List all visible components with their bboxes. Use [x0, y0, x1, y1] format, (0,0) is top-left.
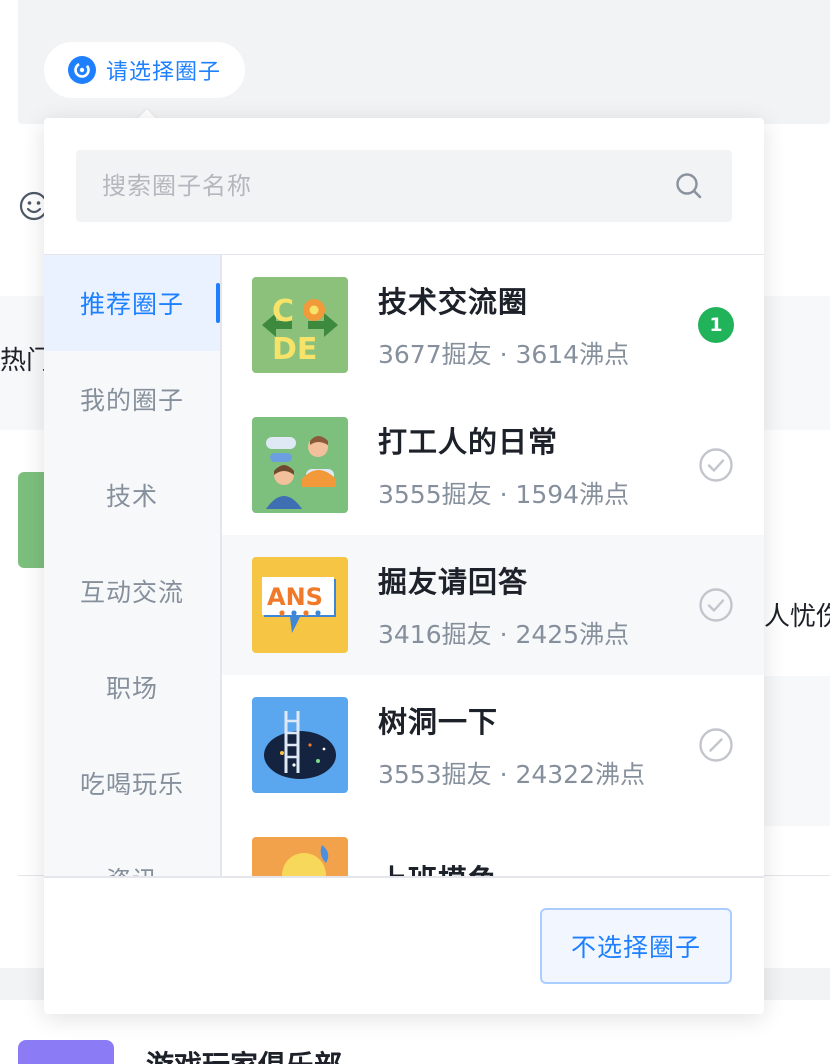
circle-stats: 3677掘友 · 3614沸点	[378, 340, 630, 369]
category-item-interaction[interactable]: 互动交流	[44, 543, 220, 639]
select-circle-trigger[interactable]: 请选择圈子	[44, 42, 246, 98]
category-label: 我的圈子	[79, 386, 184, 415]
check-circle-icon[interactable]	[698, 447, 734, 483]
circle-name: 掘友请回答	[378, 565, 529, 599]
category-item-workplace[interactable]: 职场	[44, 639, 220, 735]
select-circle-label: 请选择圈子	[106, 60, 222, 85]
tree-hole-thumbnail	[252, 697, 348, 793]
circle-name: 树洞一下	[378, 705, 499, 739]
chat-people-thumbnail	[252, 417, 348, 513]
circle-list: C DE 技术交流圈 3677掘友 · 3614沸点 1 打工人的日常 3555…	[222, 255, 764, 877]
circle-refresh-icon	[68, 56, 96, 84]
ans-thumbnail: ANS	[252, 557, 348, 653]
hot-tab-label[interactable]: 热门	[0, 340, 44, 377]
circle-row[interactable]: ANS 掘友请回答 3416掘友 · 2425沸点	[222, 535, 764, 675]
category-label: 推荐圈子	[79, 290, 184, 319]
feed-card-band	[764, 676, 830, 826]
blocked-icon[interactable]	[698, 727, 734, 763]
category-label: 吃喝玩乐	[79, 770, 184, 799]
circle-row[interactable]: 打工人的日常 3555掘友 · 1594沸点	[222, 395, 764, 535]
category-list: 推荐圈子 我的圈子 技术 互动交流 职场 吃喝玩乐 资讯	[44, 255, 220, 877]
circle-row[interactable]: 上班摸鱼	[222, 815, 764, 877]
circle-select-popup: 推荐圈子 我的圈子 技术 互动交流 职场 吃喝玩乐 资讯	[44, 118, 764, 1014]
club-title[interactable]: 游戏玩家俱乐部	[146, 1044, 342, 1064]
circle-status: 1	[698, 307, 734, 343]
circle-row[interactable]: C DE 技术交流圈 3677掘友 · 3614沸点 1	[222, 255, 764, 395]
category-item-tech[interactable]: 技术	[44, 447, 220, 543]
category-label: 技术	[105, 482, 158, 511]
circle-name: 上班摸鱼	[378, 857, 498, 877]
code-thumbnail: C DE	[252, 277, 348, 373]
circle-stats: 3416掘友 · 2425沸点	[378, 620, 630, 649]
circle-stats: 3553掘友 · 24322沸点	[378, 760, 645, 789]
selected-badge: 1	[698, 307, 734, 343]
check-circle-icon[interactable]	[698, 587, 734, 623]
no-circle-button[interactable]: 不选择圈子	[540, 908, 732, 984]
category-label: 资讯	[106, 861, 158, 877]
circle-row[interactable]: 树洞一下 3553掘友 · 24322沸点	[222, 675, 764, 815]
search-input[interactable]	[102, 172, 674, 200]
search-icon[interactable]	[674, 171, 704, 201]
circle-name: 技术交流圈	[378, 285, 529, 319]
club-avatar[interactable]	[18, 1040, 114, 1064]
category-label: 互动交流	[79, 578, 184, 607]
svg-text:DE: DE	[272, 332, 317, 367]
category-item-news[interactable]: 资讯	[44, 831, 220, 877]
category-label: 职场	[105, 674, 158, 703]
feed-text-snippet: 人忧伤	[764, 602, 830, 632]
svg-text:C: C	[272, 294, 294, 329]
fish-thumbnail	[252, 837, 348, 877]
category-item-recommended[interactable]: 推荐圈子	[44, 255, 220, 351]
category-item-leisure[interactable]: 吃喝玩乐	[44, 735, 220, 831]
footer-divider	[44, 876, 764, 878]
circle-stats: 3555掘友 · 1594沸点	[378, 480, 630, 509]
svg-text:ANS: ANS	[267, 583, 323, 611]
search-box	[76, 150, 732, 222]
category-item-mine[interactable]: 我的圈子	[44, 351, 220, 447]
circle-name: 打工人的日常	[378, 425, 559, 459]
